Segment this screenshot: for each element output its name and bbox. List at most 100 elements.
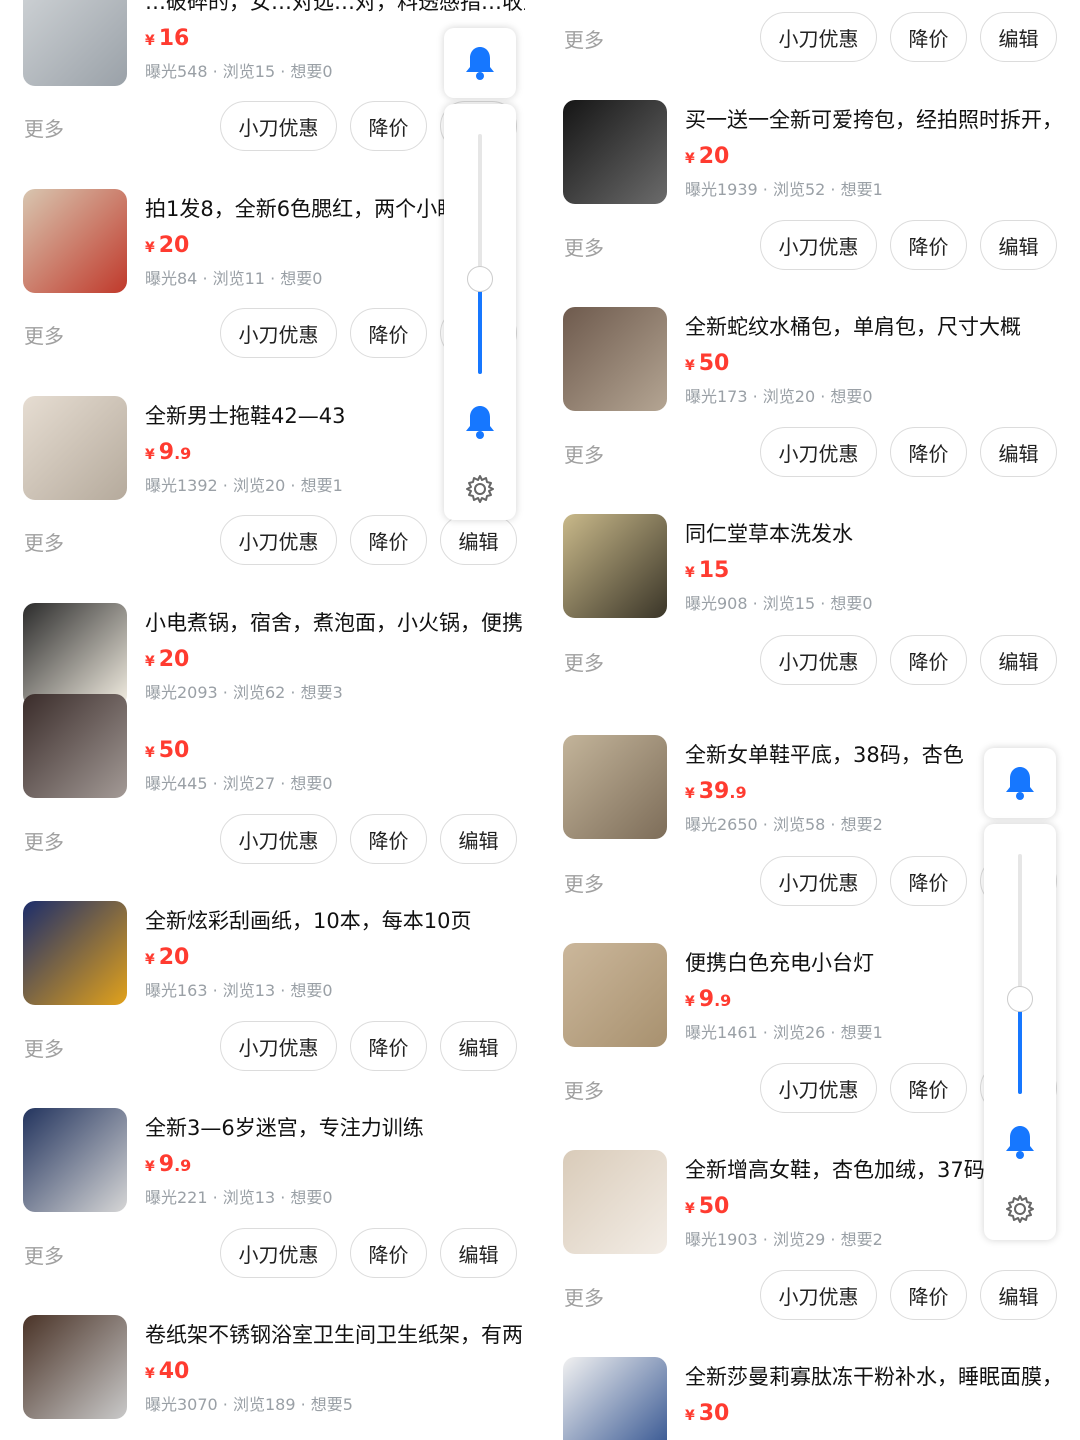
price-integer: 9 [698,987,715,1012]
reduce-price-button[interactable]: 降价 [890,220,967,270]
product-title[interactable]: …破碎的，女…对选…对，料透感指…收上 [145,0,525,16]
more-link[interactable]: 更多 [564,1282,604,1311]
volume-slider-handle[interactable] [1007,986,1033,1012]
product-thumbnail[interactable] [563,307,667,411]
coupon-button[interactable]: 小刀优惠 [760,635,877,685]
edit-button[interactable]: 编辑 [440,515,517,565]
product-title[interactable]: 全新3—6岁迷宫，专注力训练 [145,1112,525,1142]
coupon-button[interactable]: 小刀优惠 [760,856,877,906]
listing-item[interactable]: 全新炫彩刮画纸，10本，每本10页 ¥20 曝光163 · 浏览13 · 想要0 [0,901,540,1011]
more-link[interactable]: 更多 [24,826,64,855]
ringer-toggle[interactable] [984,748,1056,818]
product-thumbnail[interactable] [563,1357,667,1440]
product-title[interactable]: 全新莎曼莉寡肽冻干粉补水，睡眠面膜， [685,1361,1065,1391]
price-decimal: .9 [714,991,732,1010]
product-thumbnail[interactable] [23,1315,127,1419]
coupon-button[interactable]: 小刀优惠 [760,1270,877,1320]
product-thumbnail[interactable] [23,189,127,293]
product-thumbnail[interactable] [23,694,127,798]
listing-item[interactable]: 买一送一全新可爱挎包，经拍照时拆开， ¥20 曝光1939 · 浏览52 · 想要1 [540,100,1080,210]
edit-button[interactable]: 编辑 [980,220,1057,270]
reduce-price-button[interactable]: 降价 [350,814,427,864]
edit-button[interactable]: 编辑 [440,814,517,864]
coupon-button[interactable]: 小刀优惠 [220,515,337,565]
reduce-price-button[interactable]: 降价 [890,1063,967,1113]
product-title[interactable]: 同仁堂草本洗发水 [685,518,1065,548]
product-thumbnail[interactable] [563,1150,667,1254]
listing-item[interactable]: 同仁堂草本洗发水 ¥15 曝光908 · 浏览15 · 想要0 [540,514,1080,624]
reduce-price-button[interactable]: 降价 [890,635,967,685]
coupon-button[interactable]: 小刀优惠 [760,220,877,270]
bell-icon[interactable] [1004,1124,1036,1164]
edit-button[interactable]: 编辑 [980,12,1057,62]
edit-button[interactable]: 编辑 [440,1021,517,1071]
coupon-button[interactable]: 小刀优惠 [220,1228,337,1278]
reduce-price-button[interactable]: 降价 [890,427,967,477]
reduce-price-button[interactable]: 降价 [350,1228,427,1278]
edit-button[interactable]: 编辑 [980,635,1057,685]
more-link[interactable]: 更多 [564,24,604,53]
coupon-button[interactable]: 小刀优惠 [760,12,877,62]
product-thumbnail[interactable] [563,735,667,839]
product-thumbnail[interactable] [563,100,667,204]
more-link[interactable]: 更多 [24,527,64,556]
bell-icon [1006,767,1034,800]
listing-item[interactable]: 全新3—6岁迷宫，专注力训练 ¥9.9 曝光221 · 浏览13 · 想要0 [0,1108,540,1218]
reduce-price-button[interactable]: 降价 [350,308,427,358]
reduce-price-button[interactable]: 降价 [890,1270,967,1320]
coupon-button[interactable]: 小刀优惠 [220,308,337,358]
price: ¥39.9 [685,779,747,804]
price: ¥50 [685,1194,729,1219]
currency-symbol: ¥ [145,33,155,49]
price-integer: 50 [698,351,730,376]
reduce-price-button[interactable]: 降价 [350,515,427,565]
product-thumbnail[interactable] [23,603,127,707]
more-link[interactable]: 更多 [24,1240,64,1269]
product-title[interactable]: 全新炫彩刮画纸，10本，每本10页 [145,905,525,935]
edit-button[interactable]: 编辑 [440,1228,517,1278]
listing-item[interactable]: ¥50 曝光445 · 浏览27 · 想要0 [0,694,540,804]
product-title[interactable]: 小电煮锅，宿舍，煮泡面，小火锅，便携 [145,607,525,637]
gear-icon[interactable] [1005,1194,1035,1228]
coupon-button[interactable]: 小刀优惠 [220,1021,337,1071]
coupon-button[interactable]: 小刀优惠 [760,427,877,477]
bell-icon[interactable] [464,404,496,444]
more-link[interactable]: 更多 [564,232,604,261]
coupon-button[interactable]: 小刀优惠 [220,814,337,864]
volume-slider-handle[interactable] [467,266,493,292]
price-decimal: .9 [174,444,192,463]
more-link[interactable]: 更多 [564,1075,604,1104]
listing-item[interactable]: 卷纸架不锈钢浴室卫生间卫生纸架，有两 ¥40 曝光3070 · 浏览189 · 想要… [0,1315,540,1425]
listing-item[interactable]: 全新莎曼莉寡肽冻干粉补水，睡眠面膜， ¥30 [540,1357,1080,1440]
edit-button[interactable]: 编辑 [980,1270,1057,1320]
currency-symbol: ¥ [145,240,155,256]
product-thumbnail[interactable] [23,0,127,86]
product-title[interactable]: 买一送一全新可爱挎包，经拍照时拆开， [685,104,1065,134]
reduce-price-button[interactable]: 降价 [890,856,967,906]
coupon-button[interactable]: 小刀优惠 [760,1063,877,1113]
reduce-price-button[interactable]: 降价 [890,12,967,62]
ringer-toggle[interactable] [444,28,516,98]
currency-symbol: ¥ [685,786,695,802]
edit-button[interactable]: 编辑 [980,427,1057,477]
more-link[interactable]: 更多 [564,439,604,468]
more-link[interactable]: 更多 [564,868,604,897]
more-link[interactable]: 更多 [24,1033,64,1062]
product-thumbnail[interactable] [23,901,127,1005]
currency-symbol: ¥ [145,745,155,761]
reduce-price-button[interactable]: 降价 [350,1021,427,1071]
product-thumbnail[interactable] [23,396,127,500]
coupon-button[interactable]: 小刀优惠 [220,101,337,151]
more-link[interactable]: 更多 [24,320,64,349]
product-thumbnail[interactable] [23,1108,127,1212]
listing-item[interactable]: 全新蛇纹水桶包，单肩包，尺寸大概 ¥50 曝光173 · 浏览20 · 想要0 [540,307,1080,417]
product-thumbnail[interactable] [563,514,667,618]
more-link[interactable]: 更多 [564,647,604,676]
listing-stats: 曝光908 · 浏览15 · 想要0 [685,594,873,613]
reduce-price-button[interactable]: 降价 [350,101,427,151]
product-thumbnail[interactable] [563,943,667,1047]
gear-icon[interactable] [465,474,495,508]
more-link[interactable]: 更多 [24,113,64,142]
product-title[interactable]: 全新蛇纹水桶包，单肩包，尺寸大概 [685,311,1065,341]
product-title[interactable]: 卷纸架不锈钢浴室卫生间卫生纸架，有两 [145,1319,525,1349]
